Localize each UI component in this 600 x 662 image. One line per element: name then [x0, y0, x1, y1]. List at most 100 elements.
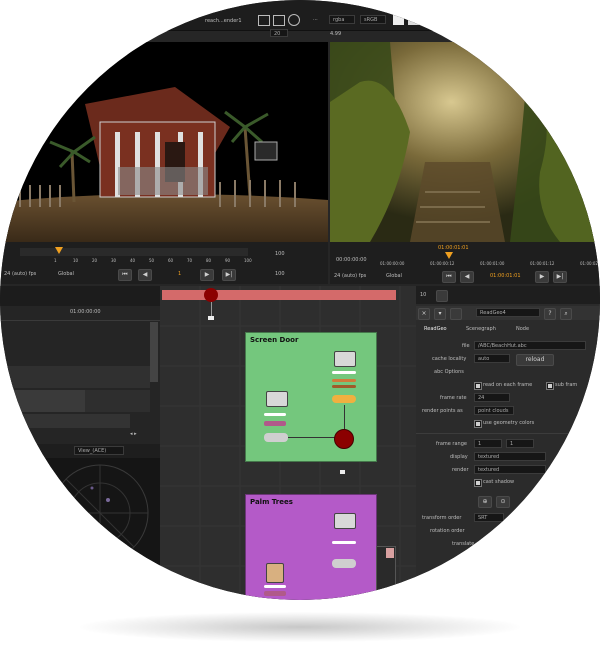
start-time-field[interactable]: 00:00:00:00 — [336, 256, 367, 264]
grid-icon[interactable] — [273, 15, 285, 26]
gain-field[interactable]: 20 — [270, 29, 288, 37]
backdrop-palm-trees[interactable]: Palm Trees — [245, 494, 377, 600]
beach-hut-render — [0, 87, 328, 242]
readgeo-node[interactable] — [334, 513, 356, 529]
node-graph[interactable]: Screen Door Palm Trees — [160, 286, 416, 600]
dot-node[interactable] — [204, 288, 218, 302]
playhead-marker[interactable] — [55, 247, 63, 254]
track-row[interactable] — [0, 366, 150, 388]
geometry-colors-checkbox[interactable] — [474, 420, 482, 428]
track-row[interactable] — [85, 390, 150, 412]
view-select[interactable]: View_(ACE) — [74, 446, 124, 455]
scope-select[interactable]: Global — [58, 270, 74, 278]
track-row[interactable] — [0, 414, 130, 428]
pivot-icon[interactable]: ⊙ — [496, 496, 510, 508]
cast-shadow-label: cast shadow — [483, 479, 515, 485]
node-icon[interactable] — [436, 290, 448, 302]
fps-field-right[interactable]: 24 (auto) fps — [334, 272, 366, 280]
transform-geo-node[interactable] — [264, 433, 288, 442]
app-window: reach...ender1 ··· rgba sRGB 20 4.99 1 1… — [0, 0, 600, 600]
properties-toolbar: 10 — [416, 286, 600, 304]
prev-frame-button-right[interactable]: ◀ — [460, 271, 474, 283]
gamma-value[interactable]: 4.99 — [330, 30, 341, 38]
first-frame-button[interactable]: ⏮ — [118, 269, 132, 281]
timeline-tick-label: 20 — [92, 258, 98, 263]
more-icon[interactable]: ··· — [313, 16, 318, 24]
timeline-tick-label: 01:00:02:00 — [580, 261, 600, 266]
current-frame-field[interactable]: 1 — [178, 270, 181, 278]
fps-field[interactable]: 24 (auto) fps — [4, 270, 36, 278]
color-icon[interactable] — [450, 308, 462, 320]
prev-frame-button[interactable]: ◀ — [138, 269, 152, 281]
help-icon[interactable]: ? — [544, 308, 556, 320]
cast-shadow-checkbox[interactable] — [474, 479, 482, 487]
refresh-icon[interactable] — [288, 14, 300, 26]
transform-order-label: transform order — [422, 515, 462, 521]
transform-geo-node[interactable] — [332, 559, 356, 568]
track-row[interactable] — [0, 390, 85, 412]
render-select[interactable]: textured — [474, 465, 546, 474]
monitor-icon[interactable] — [258, 15, 270, 26]
next-frame-button[interactable]: ▶| — [222, 269, 236, 281]
timeline-tick-label: 70 — [187, 258, 193, 263]
dope-sheet-panel: 01:00:00:00 ◂ ▸ View_(ACE) — [0, 286, 160, 600]
sub-frame-checkbox[interactable] — [546, 382, 554, 390]
viewer-2d[interactable] — [330, 42, 600, 242]
read-image-node[interactable] — [266, 563, 284, 583]
backdrop-screen-door[interactable]: Screen Door — [245, 332, 377, 462]
channel-select[interactable]: rgba — [329, 15, 355, 24]
play-button[interactable]: ▶ — [200, 269, 214, 281]
frame-range-start[interactable]: 1 — [474, 439, 502, 448]
frame-rate-field[interactable]: 24 — [474, 393, 510, 402]
display-select[interactable]: textured — [474, 452, 546, 461]
frame-range-end[interactable]: 1 — [506, 439, 534, 448]
timeline-tick-label: 01:00:01:00 — [480, 261, 505, 266]
end-frame-field[interactable]: 100 — [275, 270, 285, 278]
first-frame-button-right[interactable]: ⏮ — [442, 271, 456, 283]
transform-order-select[interactable]: SRT — [474, 513, 504, 522]
timeline-tick-label: 50 — [149, 258, 155, 263]
material-node[interactable] — [264, 591, 286, 596]
overlay-icon[interactable] — [393, 14, 404, 25]
playhead-marker-right[interactable] — [445, 252, 453, 259]
search-icon[interactable]: ⌕ — [560, 308, 572, 320]
viewer-3d[interactable] — [0, 42, 328, 242]
transform-node[interactable] — [332, 395, 356, 403]
timeline-tick-label: 1 — [54, 258, 57, 263]
file-field[interactable]: /ABC/BeachHut.abc — [474, 341, 586, 350]
nav-arrows[interactable]: ◂ ▸ — [130, 430, 137, 438]
colorspace-select[interactable]: sRGB — [360, 15, 386, 24]
current-time-field[interactable]: 01:00:01:01 — [490, 272, 521, 280]
material-node[interactable] — [264, 421, 286, 426]
display-label: display — [450, 454, 468, 460]
readgeo-node[interactable] — [266, 391, 288, 407]
read-each-frame-checkbox[interactable] — [474, 382, 482, 390]
next-frame-button-right[interactable]: ▶| — [553, 271, 567, 283]
timeline-tick-label: 100 — [244, 258, 252, 263]
axis-icon[interactable]: ⊕ — [478, 496, 492, 508]
timeline-right: 00:00:00:00 01:00:01:01 01:00:00:00 01:00… — [330, 242, 600, 284]
timeline-tick-label: 01:00:01:12 — [530, 261, 555, 266]
scrollbar[interactable] — [150, 322, 158, 382]
reload-button[interactable]: reload — [516, 354, 554, 366]
readgeo-node[interactable] — [334, 351, 356, 367]
scope-select-right[interactable]: Global — [386, 272, 402, 280]
close-icon[interactable]: × — [418, 308, 430, 320]
timeline-tick-label: 01:00:00:12 — [430, 261, 455, 266]
node-name-field[interactable]: ReadGeo4 — [476, 308, 540, 317]
scene-node[interactable] — [334, 429, 354, 449]
render-points-select[interactable]: point clouds — [474, 406, 514, 415]
properties-panel: 10 × ▾ ReadGeo4 ? ⌕ ReadGeo Scenegraph N… — [416, 286, 600, 600]
tab-readgeo[interactable]: ReadGeo — [424, 325, 447, 333]
panel-count: 10 — [420, 292, 427, 298]
cache-select[interactable]: auto — [474, 354, 510, 363]
render-points-label: render points as — [422, 408, 463, 414]
read-each-frame-label: read on each frame — [483, 382, 533, 388]
wipe-icon[interactable] — [408, 14, 419, 25]
dope-range-bar[interactable] — [162, 290, 396, 300]
play-button-right[interactable]: ▶ — [535, 271, 549, 283]
tab-node[interactable]: Node — [516, 325, 529, 333]
translate-label: translate — [452, 541, 475, 547]
min-icon[interactable]: ▾ — [434, 308, 446, 320]
tab-scenegraph[interactable]: Scenegraph — [466, 325, 496, 333]
